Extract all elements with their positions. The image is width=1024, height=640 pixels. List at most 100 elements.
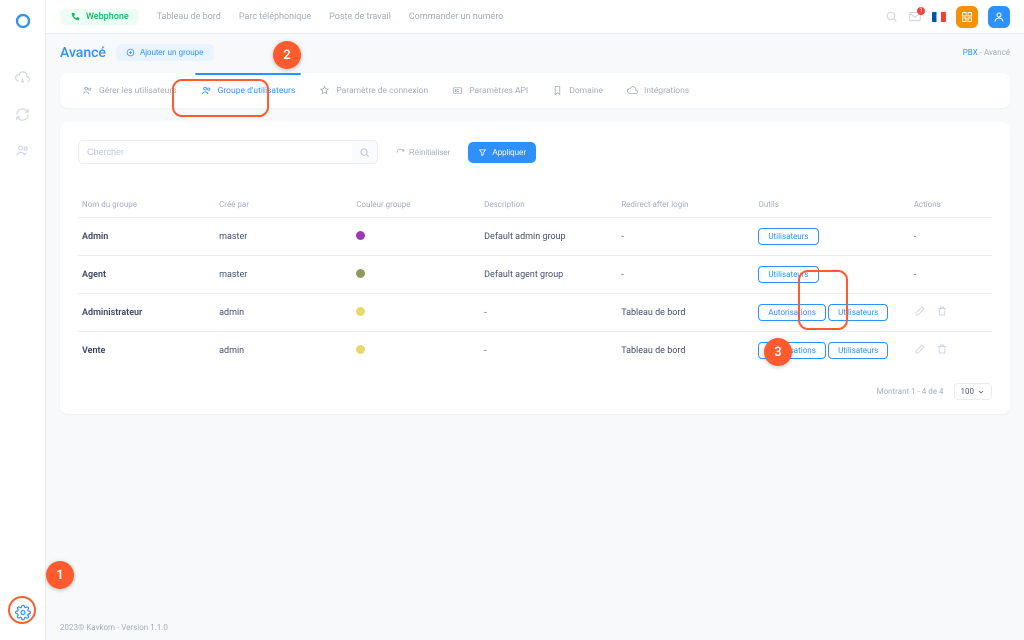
- tab-4[interactable]: Domaine: [540, 73, 615, 108]
- cell-color: [352, 256, 480, 294]
- nav-dashboard[interactable]: Tableau de bord: [157, 12, 221, 22]
- brand-logo: [14, 12, 32, 30]
- bookmark-icon: [552, 85, 563, 96]
- nav-pbx-park[interactable]: Parc téléphonique: [239, 12, 311, 22]
- content-card: Réinitialiser Appliquer Nom du groupe Cr…: [60, 122, 1010, 414]
- webphone-chip[interactable]: Webphone: [60, 9, 139, 25]
- chevron-down-icon: [977, 388, 985, 396]
- tool-pill[interactable]: Utilisateurs: [758, 228, 818, 245]
- account-button[interactable]: [988, 6, 1010, 28]
- tool-pill[interactable]: Utilisateurs: [828, 342, 888, 359]
- cloud-download-icon[interactable]: [15, 70, 31, 86]
- cell-tools: Utilisateurs: [754, 218, 909, 256]
- marker-2: 2: [273, 41, 301, 69]
- search-icon[interactable]: [884, 10, 898, 24]
- cell-created-by: admin: [215, 332, 352, 370]
- cell-redirect: Tableau de bord: [617, 294, 754, 332]
- nav-order-num[interactable]: Commander un numéro: [409, 12, 504, 22]
- nav-workspace[interactable]: Poste de travail: [329, 12, 391, 22]
- filter-icon: [478, 148, 487, 157]
- cell-color: [352, 218, 480, 256]
- edit-icon[interactable]: [914, 343, 926, 355]
- reset-button[interactable]: Réinitialiser: [390, 147, 456, 158]
- cell-redirect: -: [617, 256, 754, 294]
- highlight-box-3: [798, 270, 848, 330]
- breadcrumb-root[interactable]: PBX: [963, 48, 978, 57]
- widgets-button[interactable]: [956, 6, 978, 28]
- cell-desc: -: [480, 332, 617, 370]
- mail-icon[interactable]: 1: [908, 10, 922, 24]
- highlight-box-2: [172, 79, 269, 117]
- tab-2[interactable]: Paramètre de connexion: [307, 73, 440, 108]
- table-row: Venteadmin-Tableau de bordAutorisations …: [78, 332, 992, 370]
- cell-redirect: -: [617, 218, 754, 256]
- cell-name: Administrateur: [78, 294, 215, 332]
- cell-name: Agent: [78, 256, 215, 294]
- breadcrumb: PBX - Avancé: [963, 48, 1010, 57]
- search-input[interactable]: [78, 140, 352, 164]
- tab-0[interactable]: Gérer les utilisateurs: [70, 73, 189, 108]
- top-nav: Webphone Tableau de bord Parc téléphoniq…: [46, 0, 1024, 34]
- add-group-button[interactable]: Ajouter un groupe: [116, 44, 214, 61]
- webphone-label: Webphone: [86, 12, 129, 22]
- users-icon[interactable]: [15, 142, 31, 158]
- plus-circle-icon: [126, 48, 135, 57]
- groups-table: Nom du groupe Créé par Couleur groupe De…: [78, 192, 992, 369]
- highlight-circle-1: [8, 596, 36, 624]
- cell-created-by: master: [215, 218, 352, 256]
- cell-redirect: Tableau de bord: [617, 332, 754, 370]
- star-icon: [319, 85, 330, 96]
- cell-actions: -: [910, 256, 992, 294]
- breadcrumb-current: Avancé: [984, 48, 1010, 57]
- trash-icon[interactable]: [936, 343, 948, 355]
- table-toolbar: Réinitialiser Appliquer: [78, 140, 992, 164]
- marker-1: 1: [46, 561, 74, 589]
- table-row: AdminmasterDefault admin group-Utilisate…: [78, 218, 992, 256]
- col-tools: Outils: [754, 192, 909, 218]
- apply-button[interactable]: Appliquer: [468, 142, 536, 163]
- col-redirect: Redirect after login: [617, 192, 754, 218]
- table-row: Administrateuradmin-Tableau de bordAutor…: [78, 294, 992, 332]
- cell-created-by: admin: [215, 294, 352, 332]
- cell-desc: Default admin group: [480, 218, 617, 256]
- cell-created-by: master: [215, 256, 352, 294]
- cell-color: [352, 332, 480, 370]
- col-color: Couleur groupe: [352, 192, 480, 218]
- page-body: Avancé Ajouter un groupe PBX - Avancé Gé…: [46, 34, 1024, 640]
- col-actions: Actions: [910, 192, 992, 218]
- tab-3[interactable]: Paramètres API: [440, 73, 540, 108]
- left-rail: [0, 0, 46, 640]
- table-footer: Montrant 1 - 4 de 4 100: [78, 383, 992, 400]
- marker-3: 3: [764, 338, 792, 366]
- cell-name: Vente: [78, 332, 215, 370]
- cloud-icon: [627, 85, 638, 96]
- copyright: 2023© Kavkom - Version 1.1.0: [60, 623, 168, 632]
- notif-badge: 1: [917, 7, 925, 15]
- refresh-icon[interactable]: [15, 106, 31, 122]
- cell-actions: -: [910, 218, 992, 256]
- edit-icon[interactable]: [914, 305, 926, 317]
- cell-desc: -: [480, 294, 617, 332]
- search-box: [78, 140, 378, 164]
- table-row: AgentmasterDefault agent group-Utilisate…: [78, 256, 992, 294]
- trash-icon[interactable]: [936, 305, 948, 317]
- tab-5[interactable]: Intégrations: [615, 73, 701, 108]
- page-size-select[interactable]: 100: [954, 383, 993, 400]
- cell-actions: [910, 332, 992, 370]
- search-submit[interactable]: [352, 140, 378, 164]
- col-created-by: Créé par: [215, 192, 352, 218]
- flag-fr-icon[interactable]: [932, 12, 946, 22]
- cell-color: [352, 294, 480, 332]
- refresh-icon: [396, 148, 405, 157]
- cell-desc: Default agent group: [480, 256, 617, 294]
- add-group-label: Ajouter un groupe: [140, 48, 204, 57]
- users-icon: [82, 85, 93, 96]
- phone-icon: [70, 12, 80, 22]
- cell-name: Admin: [78, 218, 215, 256]
- api-icon: [452, 85, 463, 96]
- cell-actions: [910, 294, 992, 332]
- col-desc: Description: [480, 192, 617, 218]
- showing-text: Montrant 1 - 4 de 4: [877, 387, 944, 396]
- col-name: Nom du groupe: [78, 192, 215, 218]
- page-header: Avancé Ajouter un groupe PBX - Avancé: [60, 44, 1010, 61]
